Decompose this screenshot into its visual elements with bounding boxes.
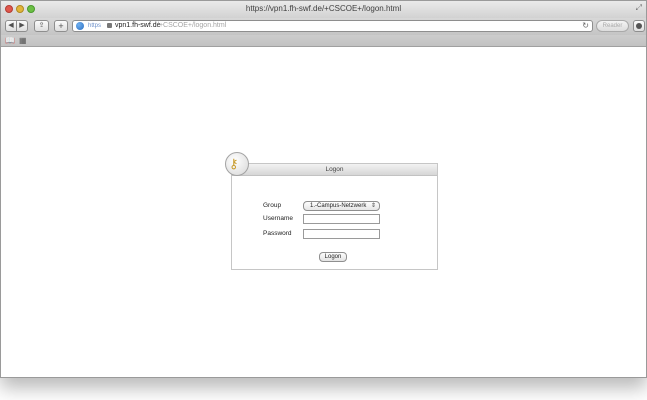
fullscreen-icon[interactable]: ⤢ — [636, 3, 642, 13]
reader-button[interactable]: Reader — [596, 20, 629, 32]
username-field[interactable] — [303, 214, 380, 224]
key-icon: ⚷ — [229, 156, 239, 171]
key-badge: ⚷ — [225, 152, 249, 176]
username-label: Username — [263, 215, 293, 222]
bookmarks-bar: 📖 ▦ — [1, 35, 646, 47]
downloads-button[interactable] — [633, 20, 645, 32]
address-bar[interactable]: https vpn1.fh-swf.de /+CSCOE+/logon.html… — [72, 20, 593, 32]
group-select-value: 1.-Campus-Netzwerk — [310, 203, 367, 209]
url-path: /+CSCOE+/logon.html — [157, 22, 227, 29]
globe-icon — [76, 22, 84, 30]
reload-icon[interactable]: ↻ — [582, 21, 589, 31]
lock-icon — [107, 23, 112, 28]
password-label: Password — [263, 230, 292, 237]
toolbar: ◀ ▶ ⇪ + https vpn1.fh-swf.de /+CSCOE+/lo… — [1, 18, 646, 35]
forward-icon: ▶ — [19, 22, 25, 29]
logon-panel: Logon ⚷ Group 1.-Campus-Netzwerk ⇕ Usern… — [225, 152, 438, 270]
url-scheme: https — [88, 23, 102, 29]
browser-window: https://vpn1.fh-swf.de/+CSCOE+/logon.htm… — [0, 0, 647, 378]
logon-title: Logon — [232, 164, 437, 176]
share-button[interactable]: ⇪ — [34, 20, 49, 32]
select-arrows-icon: ⇕ — [370, 203, 376, 209]
share-icon: ⇪ — [38, 22, 45, 29]
page-content: Logon ⚷ Group 1.-Campus-Netzwerk ⇕ Usern… — [1, 47, 646, 377]
add-icon: + — [58, 21, 64, 31]
bookmarks-icon[interactable]: 📖 — [5, 35, 15, 46]
window-title: https://vpn1.fh-swf.de/+CSCOE+/logon.htm… — [245, 4, 402, 13]
forward-button[interactable]: ▶ — [16, 20, 28, 32]
title-bar: https://vpn1.fh-swf.de/+CSCOE+/logon.htm… — [1, 1, 646, 18]
password-field[interactable] — [303, 229, 380, 239]
logon-button[interactable]: Logon — [319, 252, 347, 262]
add-bookmark-button[interactable]: + — [54, 20, 68, 32]
group-select[interactable]: 1.-Campus-Netzwerk ⇕ — [303, 201, 380, 211]
group-label: Group — [263, 202, 282, 209]
back-icon: ◀ — [8, 22, 14, 29]
url-host: vpn1.fh-swf.de — [115, 22, 161, 29]
top-sites-icon[interactable]: ▦ — [19, 35, 27, 46]
